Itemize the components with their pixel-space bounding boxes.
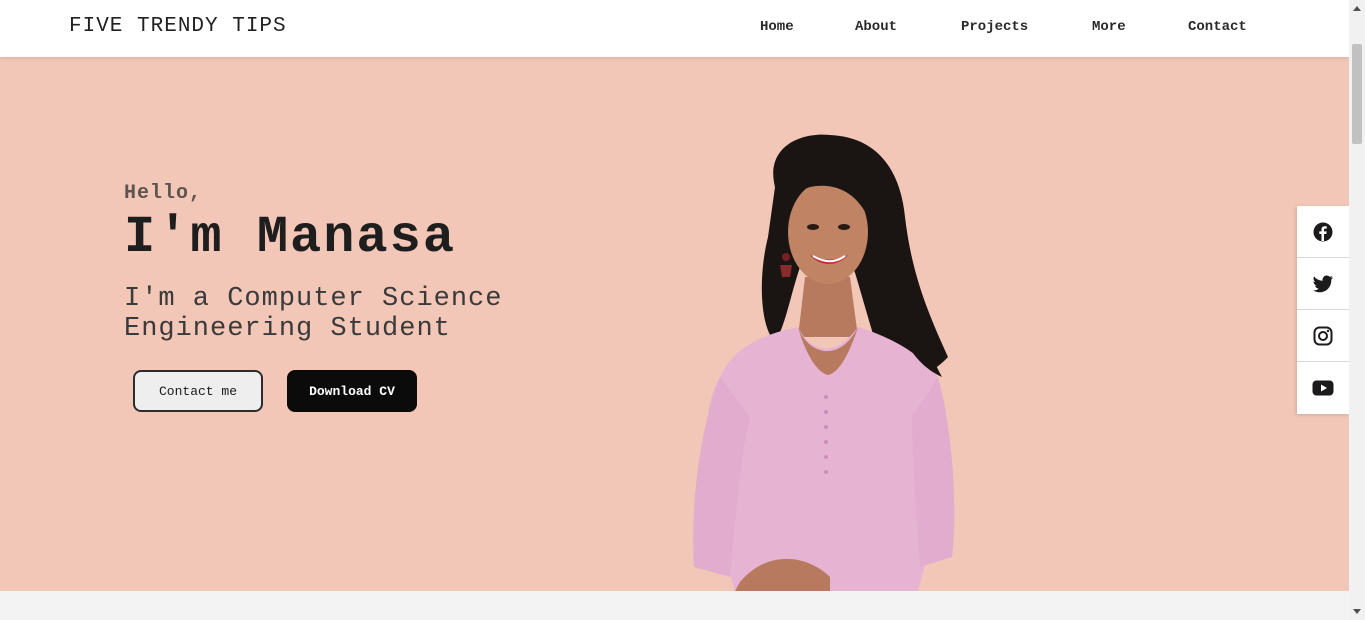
download-cv-button[interactable]: Download CV bbox=[287, 370, 417, 412]
portrait-image bbox=[693, 134, 955, 591]
instagram-button[interactable] bbox=[1297, 310, 1349, 362]
nav-about[interactable]: About bbox=[855, 19, 897, 35]
scroll-thumb[interactable] bbox=[1352, 44, 1362, 144]
nav-projects[interactable]: Projects bbox=[961, 19, 1028, 35]
twitter-button[interactable] bbox=[1297, 258, 1349, 310]
hero-name: I'm Manasa bbox=[124, 208, 457, 267]
instagram-icon bbox=[1313, 326, 1333, 345]
page-scrollbar[interactable] bbox=[1349, 0, 1365, 620]
twitter-icon bbox=[1313, 275, 1333, 292]
nav-home[interactable]: Home bbox=[760, 19, 794, 35]
social-sidebar bbox=[1297, 206, 1349, 414]
nav-contact[interactable]: Contact bbox=[1188, 19, 1247, 35]
youtube-icon bbox=[1312, 380, 1334, 396]
youtube-button[interactable] bbox=[1297, 362, 1349, 414]
nav-links: Home About Projects More Contact bbox=[0, 19, 1349, 39]
hero-greeting: Hello, bbox=[124, 182, 203, 205]
nav-more[interactable]: More bbox=[1092, 19, 1126, 35]
scroll-down-icon[interactable] bbox=[1349, 604, 1365, 620]
navbar: FIVE TRENDY TIPS Home About Projects Mor… bbox=[0, 0, 1349, 57]
hero-section: Hello, I'm Manasa I'm a Computer Science… bbox=[0, 57, 1349, 591]
facebook-icon bbox=[1313, 222, 1333, 241]
contact-me-button[interactable]: Contact me bbox=[133, 370, 263, 412]
hero-tagline: I'm a Computer Science Engineering Stude… bbox=[124, 284, 503, 344]
facebook-button[interactable] bbox=[1297, 206, 1349, 258]
scroll-up-icon[interactable] bbox=[1349, 0, 1365, 16]
